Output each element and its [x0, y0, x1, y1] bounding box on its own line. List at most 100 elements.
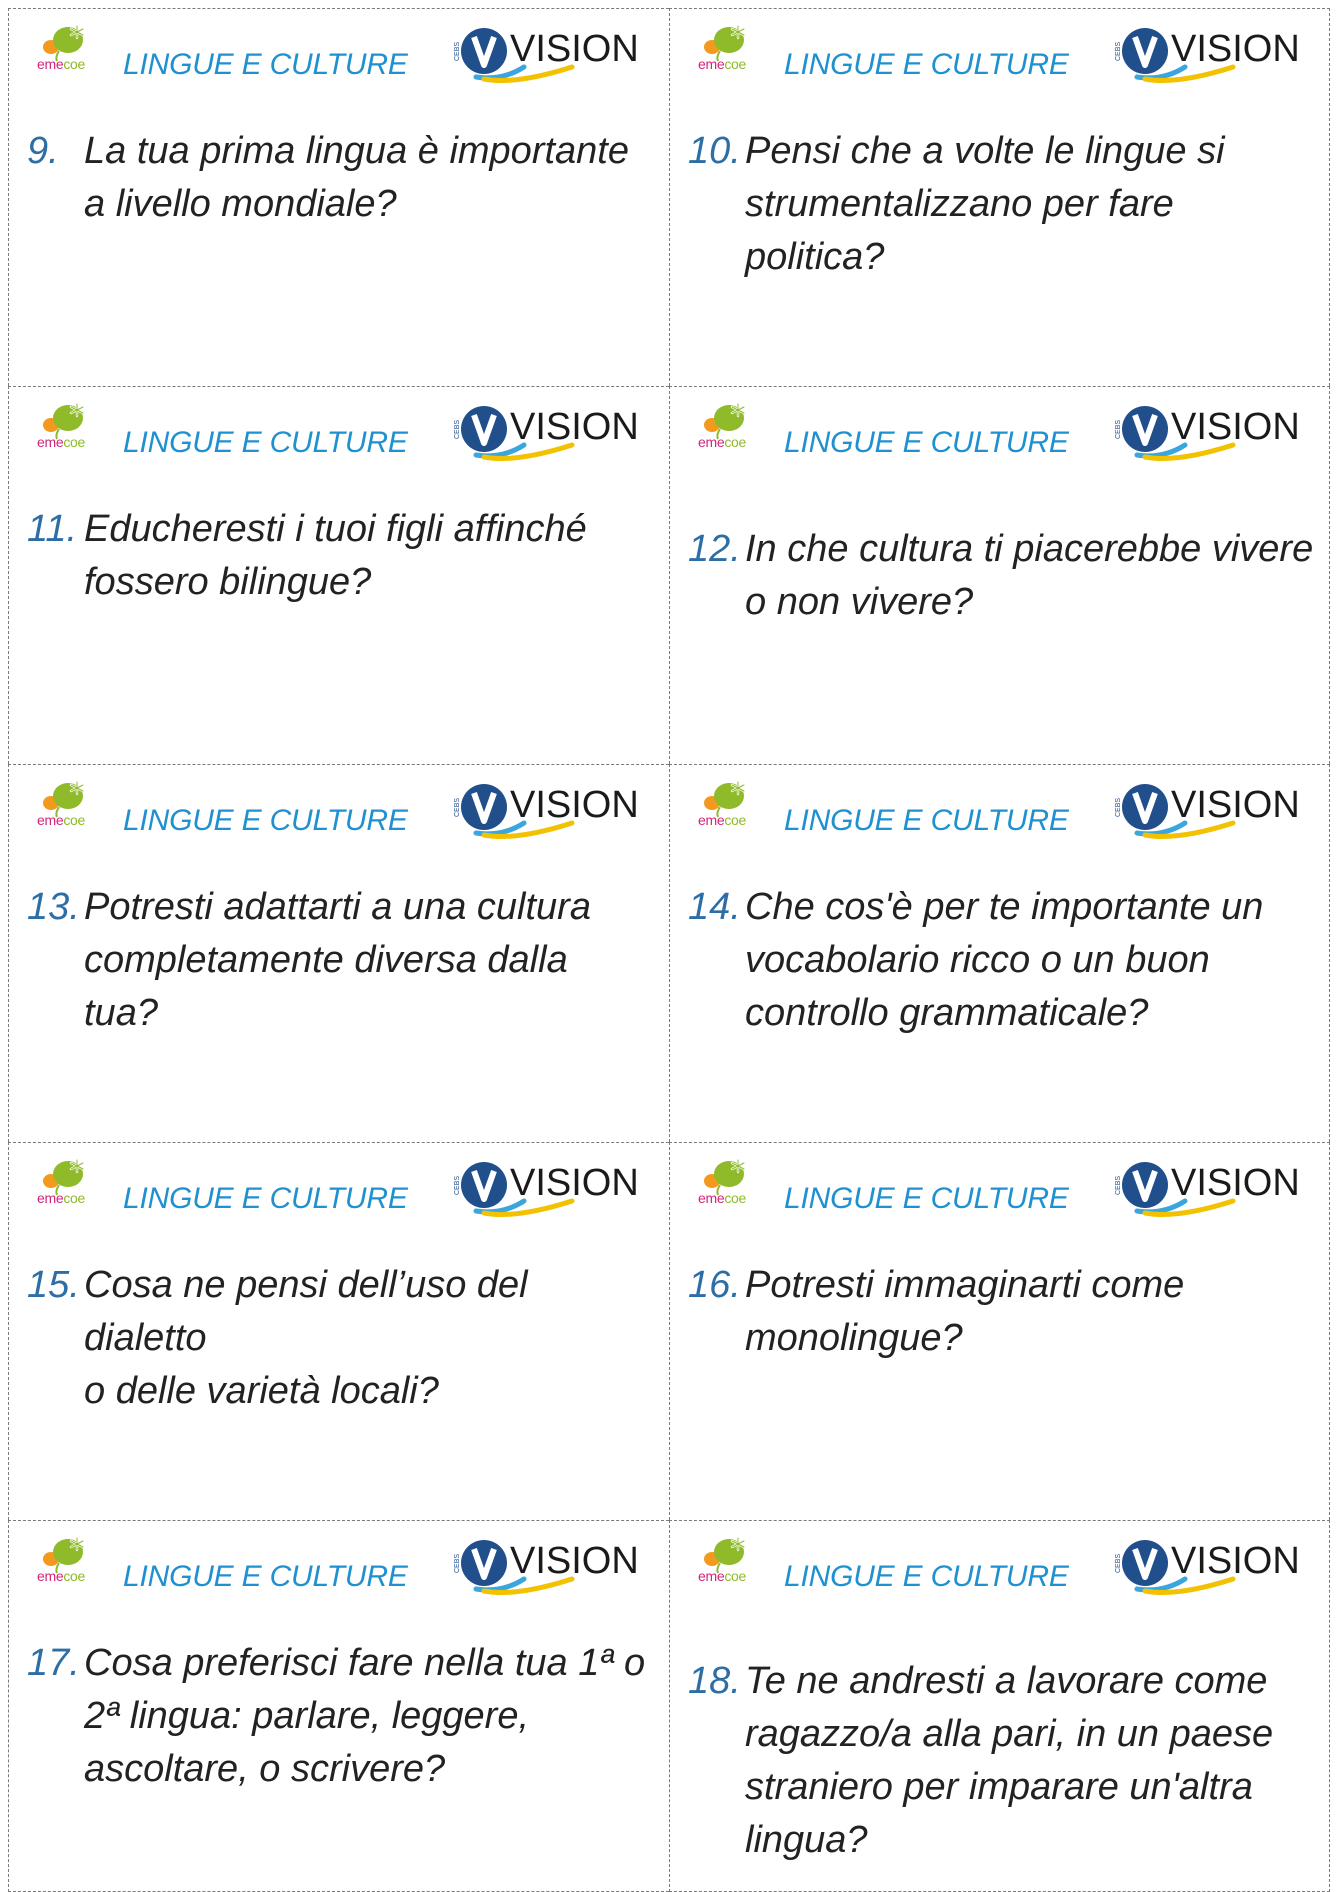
vision-logo: CEBS VISION: [1115, 1535, 1305, 1595]
question-text-line: Educheresti i tuoi figli affinché: [84, 508, 587, 550]
question-indent: [688, 231, 745, 284]
question-block: 17. Cosa preferisci fare nella tua 1ª o 2ª…: [27, 1637, 655, 1796]
emecoe-coe-text: coe: [63, 1190, 86, 1206]
emecoe-logo: emecoe: [37, 401, 107, 459]
question-line: a livello mondiale?: [27, 178, 655, 231]
question-card-15: emecoe LINGUE E CULTURE CEBS VISION 15. C…: [8, 1142, 669, 1520]
card-category-title: LINGUE E CULTURE: [123, 426, 408, 459]
vision-wordmark: VISION: [1171, 1162, 1300, 1204]
question-text-line: Che cos'è per te importante un: [745, 886, 1264, 928]
emecoe-wordmark: emecoe: [37, 435, 85, 449]
emecoe-eme-text: eme: [698, 56, 725, 72]
question-line: tua?: [27, 987, 655, 1040]
emecoe-logo: emecoe: [37, 23, 107, 81]
question-block: 16. Potresti immaginarti come monolingue?: [688, 1259, 1315, 1365]
question-line: vocabolario ricco o un buon: [688, 934, 1315, 987]
question-indent: [688, 987, 745, 1040]
emecoe-coe-text: coe: [63, 812, 86, 828]
question-text-line: politica?: [745, 236, 885, 278]
question-indent: [688, 1814, 745, 1867]
question-indent: [27, 178, 84, 231]
question-number: 9.: [27, 130, 59, 172]
question-card-14: emecoe LINGUE E CULTURE CEBS VISION 14. C…: [669, 764, 1330, 1142]
question-text-line: o non vivere?: [745, 581, 974, 623]
card-category-title: LINGUE E CULTURE: [123, 1560, 408, 1593]
question-line: o delle varietà locali?: [27, 1365, 655, 1418]
vision-logo: CEBS VISION: [1115, 779, 1305, 839]
emecoe-wordmark: emecoe: [698, 435, 746, 449]
emecoe-coe-text: coe: [63, 434, 86, 450]
card-category-title: LINGUE E CULTURE: [123, 48, 408, 81]
card-grid: emecoe LINGUE E CULTURE CEBS VISION 9. La…: [8, 8, 1330, 1892]
card-category-title: LINGUE E CULTURE: [784, 1560, 1069, 1593]
question-block: 12. In che cultura ti piacerebbe vivere o …: [688, 523, 1315, 629]
question-line: straniero per imparare un'altra: [688, 1761, 1315, 1814]
question-card-16: emecoe LINGUE E CULTURE CEBS VISION 16. P…: [669, 1142, 1330, 1520]
vision-cebs-text: CEBS: [454, 42, 461, 61]
question-line: 10. Pensi che a volte le lingue si: [688, 125, 1315, 178]
question-number: 15.: [27, 1264, 80, 1306]
question-line: 18. Te ne andresti a lavorare come: [688, 1655, 1315, 1708]
question-line: monolingue?: [688, 1312, 1315, 1365]
question-line: 16. Potresti immaginarti come: [688, 1259, 1315, 1312]
emecoe-wordmark: emecoe: [698, 1569, 746, 1583]
vision-cebs-text: CEBS: [1115, 1554, 1122, 1573]
question-text-line: o delle varietà locali?: [84, 1370, 439, 1412]
question-line: strumentalizzano per fare: [688, 178, 1315, 231]
card-category-title: LINGUE E CULTURE: [123, 804, 408, 837]
question-card-9: emecoe LINGUE E CULTURE CEBS VISION 9. La…: [8, 8, 669, 386]
card-category-title: LINGUE E CULTURE: [784, 48, 1069, 81]
vision-wordmark: VISION: [1171, 784, 1300, 826]
question-card-12: emecoe LINGUE E CULTURE CEBS VISION 12. I…: [669, 386, 1330, 764]
question-block: 10. Pensi che a volte le lingue si strumen…: [688, 125, 1315, 284]
card-category-title: LINGUE E CULTURE: [123, 1182, 408, 1215]
emecoe-coe-text: coe: [63, 1568, 86, 1584]
emecoe-logo: emecoe: [37, 1157, 107, 1215]
question-indent: [688, 1761, 745, 1814]
question-text-line: strumentalizzano per fare: [745, 183, 1174, 225]
question-indent: [27, 1690, 84, 1743]
question-line: 12. In che cultura ti piacerebbe vivere: [688, 523, 1315, 576]
emecoe-coe-text: coe: [724, 1568, 747, 1584]
question-indent: [688, 1708, 745, 1761]
question-text-line: fossero bilingue?: [84, 561, 372, 603]
question-line: o non vivere?: [688, 576, 1315, 629]
vision-cebs-text: CEBS: [454, 1554, 461, 1573]
question-text-line: Te ne andresti a lavorare come: [745, 1660, 1268, 1702]
question-text-line: tua?: [84, 992, 158, 1034]
card-category-title: LINGUE E CULTURE: [784, 1182, 1069, 1215]
question-indent: [27, 556, 84, 609]
question-text-line: completamente diversa dalla: [84, 939, 568, 981]
question-card-17: emecoe LINGUE E CULTURE CEBS VISION 17. C…: [8, 1520, 669, 1892]
question-block: 9. La tua prima lingua è importante a live…: [27, 125, 655, 231]
emecoe-logo: emecoe: [698, 23, 768, 81]
emecoe-logo: emecoe: [698, 401, 768, 459]
vision-logo: CEBS VISION: [1115, 23, 1305, 83]
question-number: 12.: [688, 528, 741, 570]
question-indent: [688, 934, 745, 987]
question-indent: [688, 576, 745, 629]
question-text-line: La tua prima lingua è importante: [84, 130, 629, 172]
question-text-line: Cosa ne pensi dell’uso del dialetto: [84, 1264, 528, 1359]
vision-logo: CEBS VISION: [454, 23, 644, 83]
vision-cebs-text: CEBS: [454, 798, 461, 817]
question-text-line: Potresti adattarti a una cultura: [84, 886, 591, 928]
question-line: 14. Che cos'è per te importante un: [688, 881, 1315, 934]
emecoe-eme-text: eme: [698, 1568, 725, 1584]
question-indent: [688, 1312, 745, 1365]
vision-logo: CEBS VISION: [1115, 1157, 1305, 1217]
vision-wordmark: VISION: [510, 28, 639, 70]
emecoe-eme-text: eme: [37, 1190, 64, 1206]
emecoe-wordmark: emecoe: [37, 1569, 85, 1583]
emecoe-wordmark: emecoe: [698, 1191, 746, 1205]
question-line: completamente diversa dalla: [27, 934, 655, 987]
question-number: 10.: [688, 130, 741, 172]
emecoe-coe-text: coe: [63, 56, 86, 72]
emecoe-coe-text: coe: [724, 1190, 747, 1206]
question-indent: [27, 1365, 84, 1418]
emecoe-coe-text: coe: [724, 812, 747, 828]
question-text-line: monolingue?: [745, 1317, 963, 1359]
vision-logo: CEBS VISION: [454, 401, 644, 461]
question-block: 14. Che cos'è per te importante un vocabol…: [688, 881, 1315, 1040]
emecoe-eme-text: eme: [698, 812, 725, 828]
